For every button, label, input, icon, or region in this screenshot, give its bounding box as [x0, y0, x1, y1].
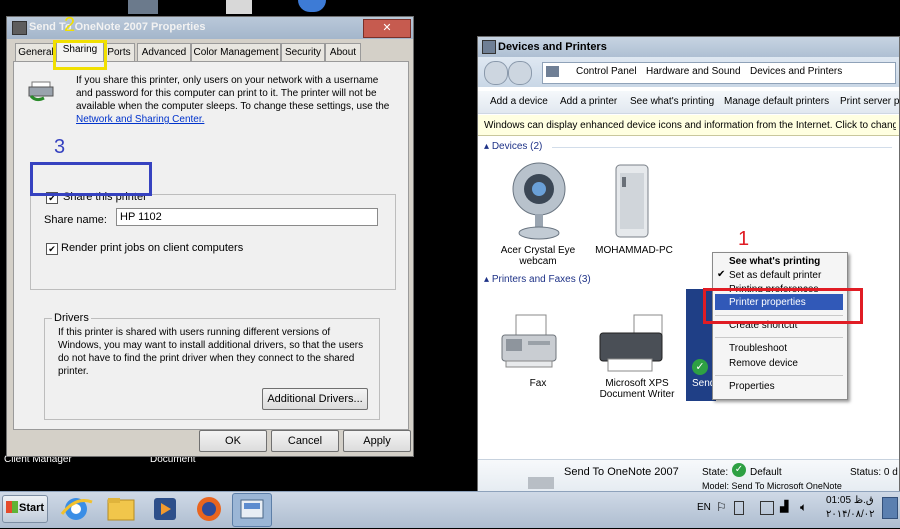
menu-properties[interactable]: Properties — [729, 381, 775, 392]
printer-properties-dialog: Send To OneNote 2007 Properties ✕ Genera… — [6, 16, 414, 457]
print-server-properties-button[interactable]: Print server pr — [840, 96, 900, 107]
flag-icon[interactable]: ⚐ — [716, 500, 727, 514]
menu-separator — [715, 375, 843, 376]
render-jobs-checkbox[interactable]: ✔ — [46, 243, 58, 255]
printer-icon — [12, 21, 27, 35]
devices-section-header[interactable]: ▴ Devices (2) — [484, 141, 542, 152]
additional-drivers-button[interactable]: Additional Drivers... — [262, 388, 368, 410]
annotation-box-sharing-tab — [53, 40, 107, 70]
sharing-intro-text: If you share this printer, only users on… — [76, 74, 396, 126]
signal-icon[interactable]: ▟ — [780, 500, 788, 513]
add-device-button[interactable]: Add a device — [490, 96, 548, 107]
tab-security[interactable]: Security — [281, 43, 325, 61]
printer-context-menu: See what's printing ✔ Set as default pri… — [712, 252, 848, 400]
details-model: Model: Send To Microsoft OneNote — [702, 481, 842, 490]
add-printer-button[interactable]: Add a printer — [560, 96, 617, 107]
menu-see-whats-printing[interactable]: See what's printing — [729, 256, 820, 267]
volume-icon[interactable]: 🔈︎ — [800, 500, 807, 515]
firefox-icon[interactable] — [192, 494, 226, 524]
dialog-title: Send To OneNote 2007 Properties — [29, 21, 206, 33]
printer-label-xps: Microsoft XPS Document Writer — [599, 378, 675, 400]
annotation-box-share-checkbox — [30, 162, 152, 196]
network-sharing-center-link[interactable]: Network and Sharing Center. — [76, 114, 204, 125]
show-desktop-button[interactable] — [882, 497, 898, 519]
control-panel-taskbar-icon[interactable] — [232, 493, 272, 527]
breadcrumb-hardware-sound[interactable]: Hardware and Sound — [646, 66, 741, 77]
share-name-label: Share name: — [44, 214, 107, 226]
forward-button[interactable] — [508, 61, 532, 85]
printer-label-fax: Fax — [529, 378, 547, 389]
clock-date[interactable]: ۲۰۱۴/۰۸/۰۲ — [826, 509, 875, 520]
sharing-tab-page: If you share this printer, only users on… — [13, 61, 409, 430]
cancel-button[interactable]: Cancel — [271, 430, 339, 452]
device-label-pc: MOHAMMAD-PC — [595, 245, 673, 256]
tab-ports[interactable]: Ports — [103, 43, 135, 61]
desktop-icon-1[interactable] — [128, 0, 158, 14]
menu-set-default-printer[interactable]: Set as default printer — [729, 270, 821, 281]
details-printer-thumb — [528, 477, 554, 489]
printers-section-header[interactable]: ▴ Printers and Faxes (3) — [484, 274, 591, 285]
computer-icon[interactable] — [608, 163, 656, 243]
devices-window-title: Devices and Printers — [498, 41, 607, 53]
breadcrumb-control-panel[interactable]: Control Panel — [576, 66, 637, 77]
fax-icon[interactable] — [498, 313, 560, 373]
details-status: Status: 0 d — [850, 467, 898, 478]
tab-about[interactable]: About — [325, 43, 361, 61]
printers-header-text: Printers and Faxes (3) — [491, 274, 591, 285]
annotation-number-1: 1 — [738, 228, 750, 250]
menu-remove-device[interactable]: Remove device — [729, 358, 798, 369]
sharing-intro-body: If you share this printer, only users on… — [76, 75, 390, 112]
default-check-icon: ✓ — [692, 359, 708, 375]
share-name-input[interactable] — [116, 208, 378, 226]
details-state-label: State: — [702, 467, 729, 478]
ok-button[interactable]: OK — [199, 430, 267, 452]
device-label-webcam: Acer Crystal Eye webcam — [500, 245, 576, 267]
drivers-text: If this printer is shared with users run… — [58, 327, 364, 377]
details-state-value: Default — [750, 467, 782, 478]
details-printer-name: Send To OneNote 2007 — [564, 466, 679, 478]
file-explorer-icon[interactable] — [104, 494, 138, 524]
tab-advanced[interactable]: Advanced — [137, 43, 191, 61]
annotation-box-printer-properties — [703, 288, 863, 324]
details-state-check-icon: ✓ — [732, 463, 746, 477]
see-whats-printing-button[interactable]: See what's printing — [630, 96, 714, 107]
menu-troubleshoot[interactable]: Troubleshoot — [729, 343, 787, 354]
close-button[interactable]: ✕ — [363, 19, 411, 38]
desktop-icon-3[interactable] — [298, 0, 326, 12]
network-icon[interactable] — [760, 501, 774, 515]
menu-separator — [715, 337, 843, 338]
annotation-number-3: 3 — [54, 136, 66, 158]
windows-logo-icon — [6, 501, 18, 513]
render-jobs-label: Render print jobs on client computers — [61, 242, 244, 254]
xps-printer-icon[interactable] — [596, 313, 672, 375]
start-label: Start — [19, 502, 45, 514]
tab-color-management[interactable]: Color Management — [191, 43, 281, 61]
clock-time[interactable]: 01:05 ق.ظ — [826, 495, 874, 506]
manage-default-printers-button[interactable]: Manage default printers — [724, 96, 829, 107]
shared-printer-icon — [28, 80, 56, 102]
back-button[interactable] — [484, 61, 508, 85]
apply-button[interactable]: Apply — [343, 430, 411, 452]
info-bar-text: Windows can display enhanced device icon… — [484, 120, 896, 131]
media-player-icon[interactable] — [148, 494, 182, 524]
devices-header-text: Devices (2) — [491, 141, 543, 152]
internet-explorer-icon[interactable] — [60, 494, 94, 524]
annotation-number-2: 2 — [64, 14, 76, 36]
devices-window-icon — [482, 40, 496, 54]
breadcrumb-devices-printers[interactable]: Devices and Printers — [750, 66, 842, 77]
language-indicator[interactable]: EN — [697, 502, 711, 513]
webcam-icon[interactable] — [510, 159, 568, 241]
desktop-icon-2[interactable] — [226, 0, 252, 14]
notification-icon[interactable] — [734, 501, 744, 515]
breadcrumb-folder-icon — [546, 66, 559, 77]
tab-general[interactable]: General — [15, 43, 57, 61]
menu-check-icon: ✔ — [717, 269, 726, 280]
section-divider — [552, 147, 892, 148]
drivers-group-title: Drivers — [52, 312, 91, 324]
